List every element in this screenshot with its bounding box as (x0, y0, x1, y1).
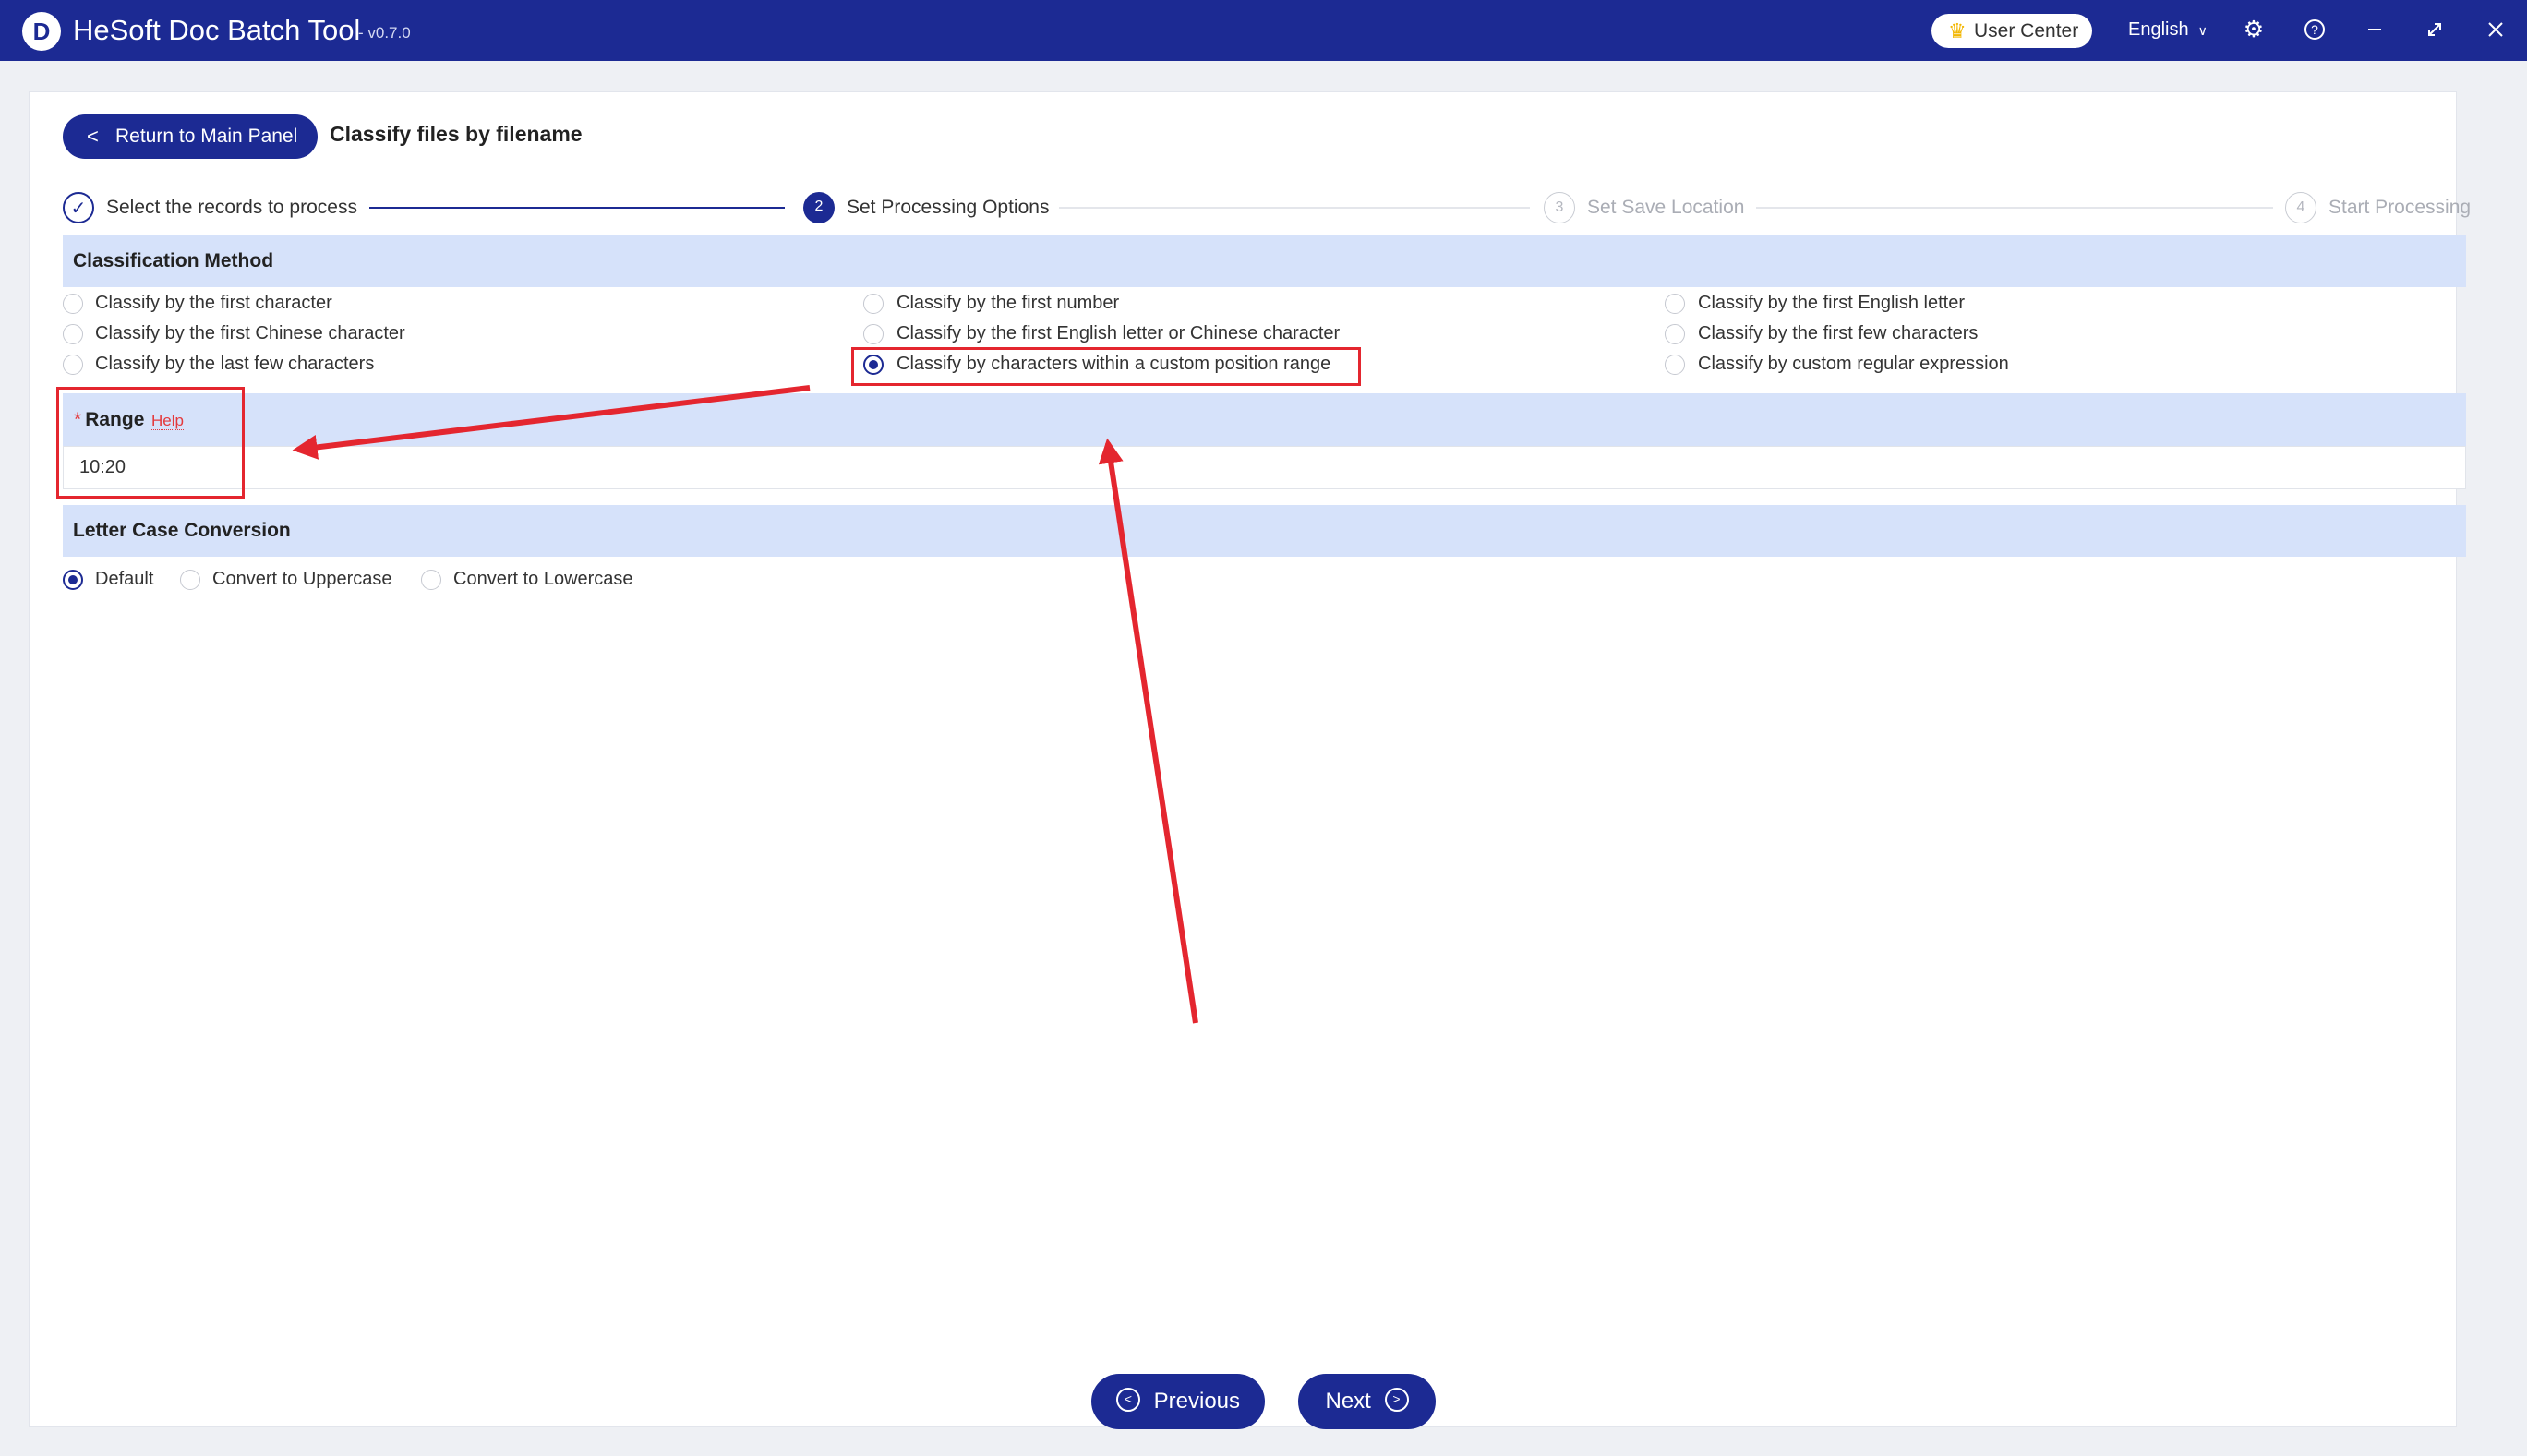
chevron-down-icon: ∨ (2197, 23, 2208, 38)
main-panel (29, 91, 2457, 1427)
radio-first-character[interactable] (63, 294, 83, 314)
step-4-circle: 4 (2285, 192, 2316, 223)
app-title: HeSoft Doc Batch Tool (73, 14, 361, 46)
radio-last-few-characters[interactable] (63, 355, 83, 375)
radio-case-default[interactable] (63, 570, 83, 590)
user-center-label: User Center (1974, 20, 2079, 42)
step-connector-1 (369, 207, 785, 209)
maximize-icon[interactable] (2419, 14, 2450, 45)
annotation-highlight-selected-option (851, 347, 1361, 386)
option-label: Classify by the first English letter (1698, 293, 1965, 313)
radio-custom-regex[interactable] (1665, 355, 1685, 375)
previous-label: Previous (1153, 1389, 1241, 1414)
crown-icon: ♛ (1948, 19, 1967, 42)
next-label: Next (1325, 1389, 1371, 1414)
chevron-right-circle-icon: > (1384, 1387, 1409, 1412)
step-connector-3 (1756, 207, 2273, 209)
step-2-circle: 2 (803, 192, 835, 223)
radio-first-chinese-character[interactable] (63, 324, 83, 344)
option-label: Convert to Lowercase (453, 569, 633, 589)
range-input[interactable] (63, 446, 2466, 489)
language-label: English (2128, 19, 2189, 40)
annotation-highlight-range (56, 387, 245, 499)
step-4-label: Start Processing (2328, 197, 2472, 218)
letter-case-header: Letter Case Conversion (63, 505, 2466, 557)
radio-first-few-characters[interactable] (1665, 324, 1685, 344)
language-selector[interactable]: English ∨ (2128, 19, 2208, 41)
classification-method-header: Classification Method (63, 235, 2466, 287)
close-icon[interactable] (2480, 14, 2511, 45)
option-label: Default (95, 569, 154, 589)
step-2-label: Set Processing Options (847, 197, 1050, 218)
option-label: Classify by the first English letter or … (896, 323, 1341, 343)
title-bar: D HeSoft Doc Batch Tool - v0.7.0 ♛ User … (0, 0, 2527, 61)
option-label: Classify by the last few characters (95, 354, 375, 374)
option-label: Classify by the first character (95, 293, 332, 313)
radio-first-number[interactable] (863, 294, 884, 314)
radio-first-english-letter[interactable] (1665, 294, 1685, 314)
return-to-main-panel-button[interactable]: < Return to Main Panel (63, 114, 318, 159)
app-version: - v0.7.0 (358, 24, 411, 42)
option-label: Classify by the first Chinese character (95, 323, 405, 343)
option-label: Classify by custom regular expression (1698, 354, 2009, 374)
step-1-check-icon: ✓ (63, 192, 94, 223)
step-connector-2 (1059, 207, 1530, 209)
option-label: Classify by the first few characters (1698, 323, 1979, 343)
radio-case-lowercase[interactable] (421, 570, 441, 590)
page-title: Classify files by filename (330, 122, 583, 146)
step-3-circle: 3 (1544, 192, 1575, 223)
previous-button[interactable]: < Previous (1091, 1374, 1265, 1429)
user-center-button[interactable]: ♛ User Center (1931, 14, 2092, 48)
chevron-left-circle-icon: < (1115, 1387, 1140, 1412)
range-header (63, 393, 2466, 446)
minimize-icon[interactable] (2359, 14, 2390, 45)
option-label: Classify by the first number (896, 293, 1120, 313)
next-button[interactable]: Next > (1298, 1374, 1436, 1429)
app-logo-icon: D (22, 12, 61, 51)
svg-text:?: ? (2311, 22, 2318, 37)
chevron-left-icon: < (87, 125, 99, 148)
help-icon[interactable]: ? (2299, 14, 2330, 45)
radio-case-uppercase[interactable] (180, 570, 200, 590)
step-3-label: Set Save Location (1587, 197, 1745, 218)
settings-gear-icon[interactable]: ⚙ (2238, 14, 2269, 45)
step-1-label: Select the records to process (106, 197, 357, 218)
radio-first-english-or-chinese[interactable] (863, 324, 884, 344)
option-label: Convert to Uppercase (212, 569, 392, 589)
return-button-label: Return to Main Panel (115, 126, 298, 147)
